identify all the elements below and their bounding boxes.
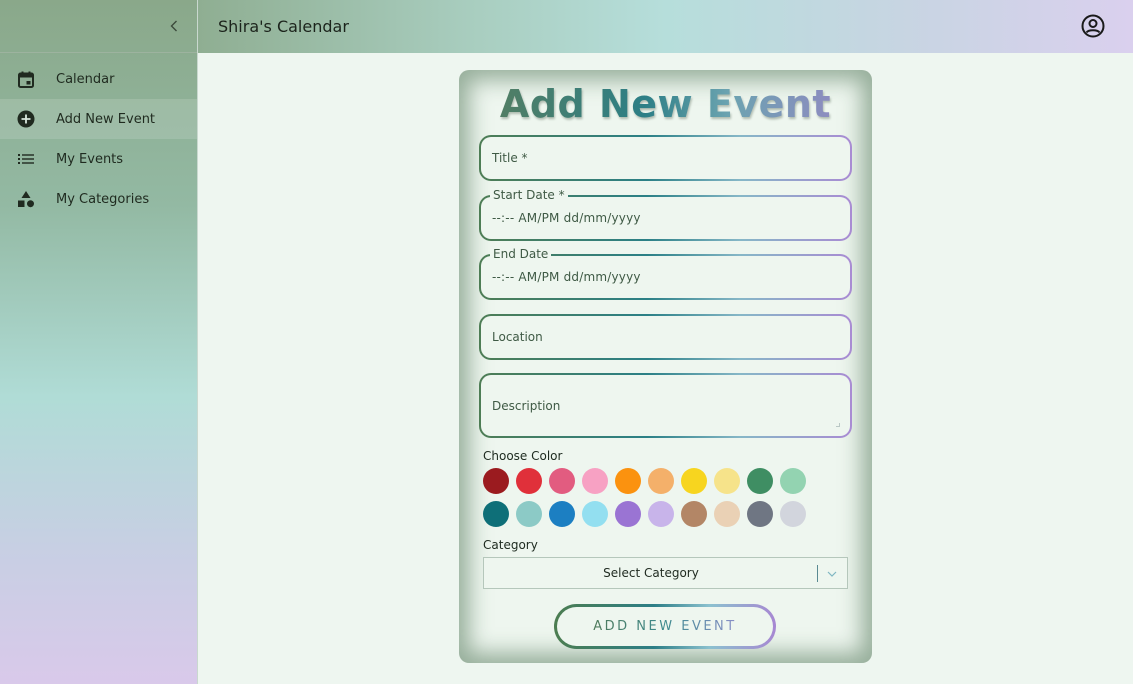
choose-color-label: Choose Color: [483, 449, 563, 463]
color-swatch[interactable]: [483, 501, 509, 527]
app-header: Shira's Calendar: [198, 0, 1133, 53]
calendar-icon: [17, 70, 35, 88]
color-swatch[interactable]: [648, 501, 674, 527]
color-swatch[interactable]: [582, 501, 608, 527]
sidebar-item-my-events[interactable]: My Events: [0, 139, 197, 179]
color-swatch[interactable]: [582, 468, 608, 494]
title-field[interactable]: Title *: [479, 135, 852, 181]
color-swatch[interactable]: [615, 468, 641, 494]
end-date-value: --:-- AM/PM dd/mm/yyyy: [492, 270, 641, 284]
add-event-form: Add New Event Title * Start Date * --:--…: [459, 70, 872, 663]
chevron-down-icon[interactable]: [825, 567, 839, 581]
start-date-value: --:-- AM/PM dd/mm/yyyy: [492, 211, 641, 225]
list-icon: [17, 150, 35, 168]
page-title: Shira's Calendar: [218, 17, 349, 36]
location-field-label: Location: [492, 330, 543, 344]
end-date-field[interactable]: End Date --:-- AM/PM dd/mm/yyyy: [479, 247, 852, 300]
description-field-label: Description: [492, 399, 561, 413]
chevron-left-icon: [170, 20, 177, 32]
color-swatch[interactable]: [780, 468, 806, 494]
color-swatch[interactable]: [714, 468, 740, 494]
color-swatch[interactable]: [483, 468, 509, 494]
color-swatch[interactable]: [681, 468, 707, 494]
color-swatches-row-2: [483, 501, 813, 527]
add-circle-icon: [17, 110, 35, 128]
sidebar-item-label: My Events: [56, 151, 124, 167]
color-swatch[interactable]: [747, 501, 773, 527]
add-new-event-button[interactable]: ADD NEW EVENT: [554, 604, 776, 649]
category-select[interactable]: Select Category: [483, 557, 848, 589]
color-swatches-row-1: [483, 468, 813, 494]
sidebar-item-label: Add New Event: [56, 111, 156, 127]
sidebar: Calendar Add New Event My Events My Cate…: [0, 0, 198, 684]
sidebar-item-my-categories[interactable]: My Categories: [0, 179, 197, 219]
color-swatch[interactable]: [549, 468, 575, 494]
account-circle-icon: [1081, 14, 1105, 38]
category-select-value: Select Category: [603, 566, 699, 580]
color-swatch[interactable]: [780, 501, 806, 527]
title-field-label: Title *: [492, 151, 528, 165]
color-swatch[interactable]: [549, 501, 575, 527]
sidebar-item-label: Calendar: [56, 71, 115, 87]
description-field[interactable]: Description: [479, 373, 852, 438]
resize-grip-icon[interactable]: [836, 423, 840, 427]
color-swatch[interactable]: [747, 468, 773, 494]
color-swatch[interactable]: [648, 468, 674, 494]
start-date-field[interactable]: Start Date * --:-- AM/PM dd/mm/yyyy: [479, 188, 852, 241]
collapse-sidebar-button[interactable]: [165, 16, 183, 36]
color-swatch[interactable]: [681, 501, 707, 527]
add-new-event-button-label: ADD NEW EVENT: [593, 619, 737, 634]
start-date-label: Start Date *: [490, 188, 568, 202]
sidebar-nav: Calendar Add New Event My Events My Cate…: [0, 59, 197, 219]
category-shapes-icon: [17, 190, 35, 208]
color-swatch[interactable]: [516, 501, 542, 527]
form-heading: Add New Event: [459, 82, 872, 126]
select-separator: [817, 565, 818, 582]
color-swatch[interactable]: [714, 501, 740, 527]
category-label: Category: [483, 538, 538, 552]
sidebar-item-add-new-event[interactable]: Add New Event: [0, 99, 197, 139]
location-field[interactable]: Location: [479, 314, 852, 360]
account-button[interactable]: [1081, 14, 1105, 38]
sidebar-item-label: My Categories: [56, 191, 150, 207]
sidebar-item-calendar[interactable]: Calendar: [0, 59, 197, 99]
end-date-label: End Date: [490, 247, 552, 261]
color-swatch[interactable]: [516, 468, 542, 494]
sidebar-header: [0, 0, 197, 53]
color-swatch[interactable]: [615, 501, 641, 527]
